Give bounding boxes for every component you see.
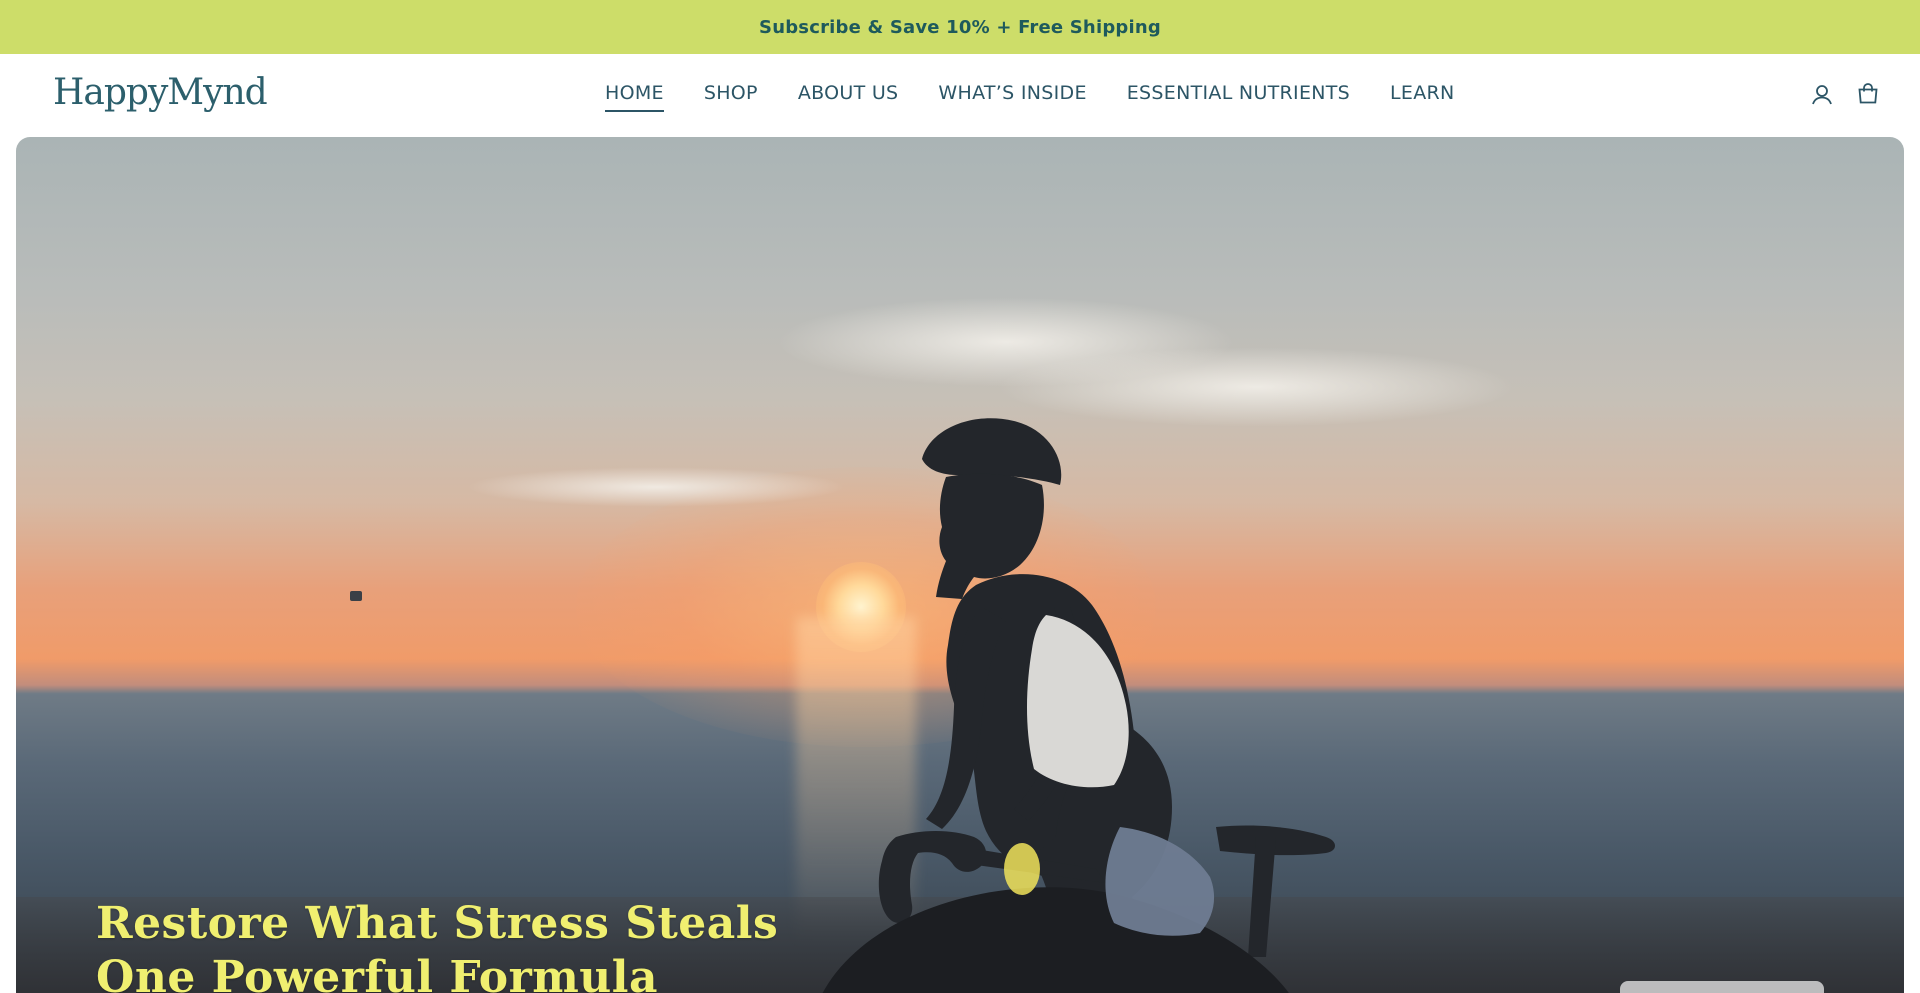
hero-title: Restore What Stress Steals One Powerful … — [96, 897, 778, 993]
nav-item-whats-inside[interactable]: WHAT’S INSIDE — [938, 82, 1086, 112]
nav-item-about-us[interactable]: ABOUT US — [798, 82, 899, 112]
nav-item-essential-nutrients[interactable]: ESSENTIAL NUTRIENTS — [1127, 82, 1350, 112]
hero-title-line-1: Restore What Stress Steals — [96, 898, 779, 949]
hero-banner: Restore What Stress Steals One Powerful … — [16, 137, 1904, 993]
main-nav: HOME SHOP ABOUT US WHAT’S INSIDE ESSENTI… — [605, 82, 1495, 112]
site-header: HappyMynd HOME SHOP ABOUT US WHAT’S INSI… — [0, 54, 1920, 138]
nav-item-shop[interactable]: SHOP — [704, 82, 758, 112]
announcement-link[interactable]: Subscribe & Save 10% + Free Shipping — [759, 17, 1161, 38]
announcement-bar: Subscribe & Save 10% + Free Shipping — [0, 0, 1920, 54]
account-icon[interactable] — [1810, 82, 1834, 106]
hero-title-line-2: One Powerful Formula — [96, 952, 659, 993]
header-actions — [1810, 82, 1880, 106]
logo[interactable]: HappyMynd — [53, 72, 268, 113]
cart-icon[interactable] — [1856, 82, 1880, 106]
nav-item-home[interactable]: HOME — [605, 82, 664, 112]
nav-item-learn[interactable]: LEARN — [1390, 82, 1455, 112]
cyclist-silhouette — [822, 418, 1335, 993]
hero-cta-button[interactable] — [1620, 981, 1824, 993]
